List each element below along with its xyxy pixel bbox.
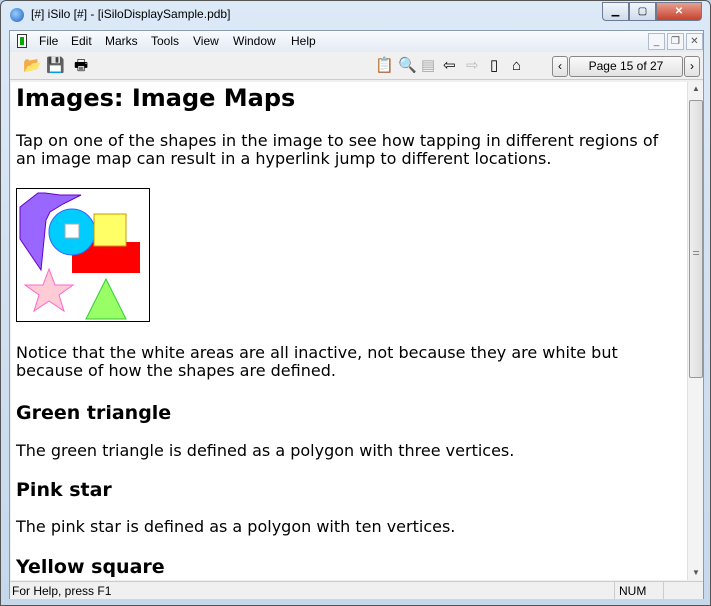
toolbar: 📂 💾 🖶 📋 🔍 ▤ ⇦ ⇨ ▯ ⌂ ‹ Page 15 of 27 ›: [10, 53, 703, 80]
section-heading: Pink star: [16, 479, 112, 501]
mdi-restore-button[interactable]: ❐: [667, 33, 684, 50]
app-window: [#] iSilo [#] - [iSiloDisplaySample.pdb]…: [0, 0, 711, 606]
save-icon[interactable]: 💾: [46, 58, 65, 74]
num-lock-indicator: NUM: [614, 582, 664, 599]
scroll-up-arrow-icon[interactable]: ▲: [692, 84, 700, 93]
next-page-button[interactable]: ›: [684, 56, 700, 77]
isilo-app-icon: [10, 8, 24, 22]
section-heading: Green triangle: [16, 402, 172, 424]
mdi-close-button[interactable]: ✕: [686, 33, 703, 50]
close-button[interactable]: ✕: [656, 2, 702, 21]
previous-page-button[interactable]: ‹: [552, 56, 568, 77]
maximize-button[interactable]: ▢: [629, 2, 656, 21]
pink-star-shape[interactable]: [23, 267, 75, 313]
forward-arrow-icon[interactable]: ⇨: [466, 58, 479, 74]
document-view: Images: Image Maps Tap on one of the sha…: [11, 82, 687, 580]
window-title: [#] iSilo [#] - [iSiloDisplaySample.pdb]: [31, 7, 231, 21]
white-square-hole: [64, 223, 80, 239]
scrollbar-thumb[interactable]: [689, 100, 703, 378]
document-icon[interactable]: [17, 34, 27, 48]
page-indicator-button[interactable]: Page 15 of 27: [569, 56, 683, 77]
find-next-icon[interactable]: ▤: [421, 58, 435, 74]
back-arrow-icon[interactable]: ⇦: [443, 58, 456, 74]
find-icon[interactable]: 🔍: [398, 58, 417, 74]
menu-marks[interactable]: Marks: [105, 34, 138, 48]
menu-bar: File Edit Marks Tools View Window Help _…: [10, 31, 703, 52]
menu-file[interactable]: File: [39, 34, 58, 48]
menu-edit[interactable]: Edit: [71, 34, 92, 48]
open-folder-icon[interactable]: 📂: [23, 58, 42, 74]
intro-text: Tap on one of the shapes in the image to…: [16, 131, 659, 168]
section-text: The pink star is defined as a polygon wi…: [16, 517, 456, 536]
copy-icon[interactable]: 📋: [375, 58, 394, 74]
menu-view[interactable]: View: [193, 34, 219, 48]
print-icon[interactable]: 🖶: [74, 58, 88, 74]
section-heading: Yellow square: [16, 556, 165, 578]
green-triangle-shape[interactable]: [85, 277, 127, 320]
status-help-text: For Help, press F1: [12, 584, 112, 598]
page-menu-icon[interactable]: ▯: [490, 58, 498, 74]
scroll-down-arrow-icon[interactable]: ▼: [692, 568, 700, 577]
vertical-scrollbar[interactable]: ▲ ▼: [687, 82, 703, 580]
menu-tools[interactable]: Tools: [151, 34, 179, 48]
menu-window[interactable]: Window: [233, 34, 276, 48]
menu-help[interactable]: Help: [291, 34, 316, 48]
mdi-minimize-button[interactable]: _: [648, 33, 665, 50]
page-heading: Images: Image Maps: [16, 84, 296, 112]
yellow-square-shape[interactable]: [93, 213, 127, 247]
section-text: The green triangle is defined as a polyg…: [16, 441, 515, 460]
status-bar: For Help, press F1 NUM: [10, 581, 703, 599]
home-icon[interactable]: ⌂: [512, 58, 521, 74]
notice-text: Notice that the white areas are all inac…: [16, 343, 618, 380]
minimize-button[interactable]: ▁: [602, 2, 629, 21]
image-map[interactable]: [16, 188, 150, 322]
